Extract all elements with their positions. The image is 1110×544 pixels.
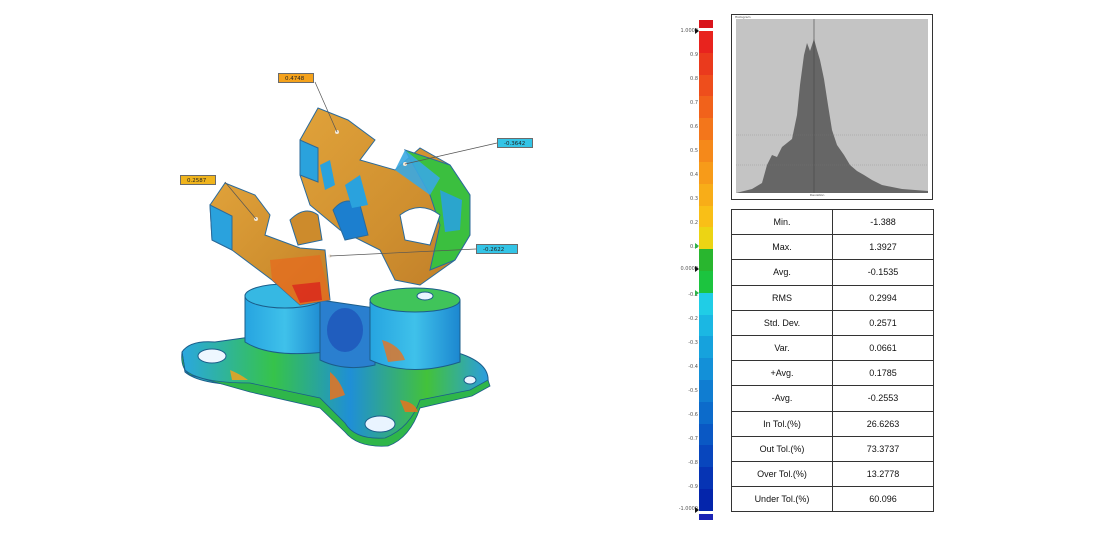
stat-label: Min. bbox=[731, 208, 833, 236]
stat-label: Under Tol.(%) bbox=[731, 486, 833, 513]
stats-row: -Avg. -0.2553 bbox=[731, 385, 934, 412]
stat-label: Std. Dev. bbox=[731, 309, 833, 336]
color-map-viewport[interactable]: 0.4748 -0.3642 0.2587 -0.2622 bbox=[0, 0, 660, 540]
stats-row: In Tol.(%) 26.6263 bbox=[731, 410, 934, 437]
callout-value: 0.4748 bbox=[285, 76, 305, 82]
deviation-callout-4[interactable]: -0.2622 bbox=[476, 244, 518, 254]
deviation-histogram[interactable]: Histogram Deviation bbox=[731, 14, 933, 200]
stat-value: -0.1535 bbox=[832, 259, 934, 286]
stat-value: -1.388 bbox=[832, 208, 934, 236]
stat-value: -0.2553 bbox=[832, 385, 934, 412]
stat-label: Var. bbox=[731, 334, 833, 362]
stat-value: 26.6263 bbox=[832, 410, 934, 437]
stat-label: Avg. bbox=[731, 259, 833, 286]
stats-row: Avg. -0.1535 bbox=[731, 259, 934, 286]
stat-value: 0.0661 bbox=[832, 334, 934, 362]
histogram-plot bbox=[736, 19, 928, 193]
bottom-limit-marker bbox=[695, 507, 699, 513]
stats-row: Min. -1.388 bbox=[731, 208, 934, 236]
callout-value: -0.3642 bbox=[504, 141, 526, 147]
histogram-title: Histogram bbox=[735, 15, 751, 19]
stat-label: Over Tol.(%) bbox=[731, 460, 833, 488]
stat-value: 0.2994 bbox=[832, 284, 934, 311]
stat-value: 60.096 bbox=[832, 486, 934, 513]
top-limit-marker bbox=[695, 28, 699, 34]
callout-value: 0.2587 bbox=[187, 178, 207, 184]
stat-value: 13.2778 bbox=[832, 460, 934, 488]
stat-value: 0.2571 bbox=[832, 309, 934, 336]
stats-row: Max. 1.3927 bbox=[731, 234, 934, 261]
histogram-axis-label: Deviation bbox=[810, 193, 825, 197]
stat-value: 73.3737 bbox=[832, 435, 934, 462]
lower-tolerance-marker bbox=[695, 290, 699, 296]
stats-row: +Avg. 0.1785 bbox=[731, 360, 934, 387]
stats-row: RMS 0.2994 bbox=[731, 284, 934, 311]
stat-label: In Tol.(%) bbox=[731, 410, 833, 437]
stat-value: 0.1785 bbox=[832, 360, 934, 387]
deviation-callout-1[interactable]: 0.4748 bbox=[278, 73, 314, 83]
stat-label: Out Tol.(%) bbox=[731, 435, 833, 462]
stat-value: 1.3927 bbox=[832, 234, 934, 261]
stats-row: Std. Dev. 0.2571 bbox=[731, 309, 934, 336]
statistics-table: Min. -1.388 Max. 1.3927 Avg. -0.1535 RMS 0.2994… bbox=[731, 208, 934, 513]
upper-tolerance-marker bbox=[695, 243, 699, 249]
stat-label: Max. bbox=[731, 234, 833, 261]
stat-label: -Avg. bbox=[731, 385, 833, 412]
color-scale-markers bbox=[695, 28, 699, 513]
stats-row: Over Tol.(%) 13.2778 bbox=[731, 460, 934, 488]
stat-label: +Avg. bbox=[731, 360, 833, 387]
color-scale-bar[interactable]: 1.0000 0.9 0.8 0.7 0.6 0.5 0.4 0.3 0.2 0.1 -0.1 -0.… bbox=[660, 0, 722, 540]
callout-leaders bbox=[224, 81, 498, 257]
stats-row: Out Tol.(%) 73.3737 bbox=[731, 435, 934, 462]
deviation-callout-3[interactable]: 0.2587 bbox=[180, 175, 216, 185]
deviation-callout-2[interactable]: -0.3642 bbox=[497, 138, 533, 148]
callout-value: -0.2622 bbox=[483, 247, 505, 253]
stats-row: Var. 0.0661 bbox=[731, 334, 934, 362]
stats-row: Under Tol.(%) 60.096 bbox=[731, 486, 934, 513]
stat-label: RMS bbox=[731, 284, 833, 311]
zero-marker bbox=[695, 266, 699, 272]
